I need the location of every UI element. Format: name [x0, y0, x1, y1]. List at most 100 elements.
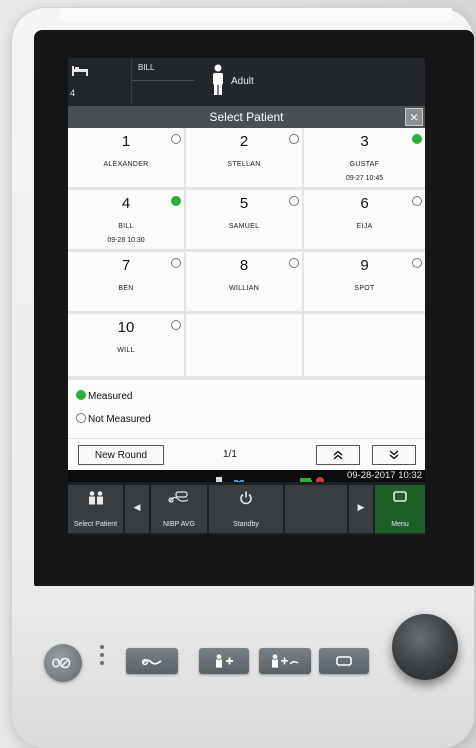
- legend-not-measured-label: Not Measured: [88, 414, 151, 425]
- power-icon: [209, 491, 283, 507]
- menu-prev-button[interactable]: ◀: [125, 485, 149, 533]
- two-patients-icon: [68, 491, 123, 507]
- nibp-cuff-icon: [151, 491, 207, 507]
- patient-name: SAMUEL: [228, 223, 260, 230]
- patient-number: 7: [121, 257, 131, 274]
- legend-measured-label: Measured: [88, 391, 133, 402]
- page-up-button[interactable]: [316, 445, 360, 465]
- menu-screen-icon: [336, 656, 352, 666]
- menu-hardware-button[interactable]: [319, 648, 369, 674]
- nibp-hardware-button[interactable]: [126, 648, 178, 674]
- select-patient-label: Select Patient: [73, 521, 118, 528]
- dialog-title-bar: Select Patient ×: [68, 106, 425, 128]
- battery-icon: [300, 472, 312, 485]
- patient-cell-9[interactable]: 9 SPOT: [304, 252, 425, 311]
- patient-number: 1: [121, 133, 131, 150]
- network-icon: [234, 472, 244, 483]
- top-trim: [60, 8, 452, 22]
- patient-header[interactable]: 4 BILL Adult: [68, 58, 425, 106]
- patient-cell-1[interactable]: 1 ALEXANDER: [68, 128, 184, 187]
- status-bar: 09-28-2017 10:32: [68, 470, 425, 485]
- close-button[interactable]: ×: [405, 108, 423, 126]
- nibp-cuff-icon: [141, 658, 162, 666]
- patient-cell-2[interactable]: 2 STELLAN: [186, 128, 302, 187]
- patient-name: BILL: [118, 223, 134, 230]
- patient-name: SPOT: [354, 285, 375, 292]
- patient-number: 4: [121, 195, 131, 212]
- nibp-avg-button[interactable]: NIBP AVG: [151, 485, 207, 533]
- patient-name: EIJA: [356, 223, 373, 230]
- patient-grid: 1 ALEXANDER 2 STELLAN 3 GUSTAF 09-27 10:…: [68, 128, 425, 380]
- menu-next-button[interactable]: ▶: [349, 485, 373, 533]
- status-radio: [171, 134, 181, 144]
- chevron-left-icon: ◀: [133, 502, 141, 512]
- adult-person-icon: [211, 64, 225, 101]
- status-radio: [289, 134, 299, 144]
- alarm-silence-knob[interactable]: [44, 644, 82, 682]
- patient-number: 2: [239, 133, 249, 150]
- admit-patient-hardware-button[interactable]: [199, 648, 249, 674]
- new-round-button[interactable]: New Round: [78, 445, 164, 465]
- menu-screen-icon: [375, 491, 425, 505]
- alarm-pause-icon: [52, 657, 71, 669]
- patient-name: STELLAN: [227, 161, 261, 168]
- last-measured-time: 09-27 10:45: [345, 175, 384, 182]
- main-menu-button[interactable]: Menu: [375, 485, 425, 533]
- patient-transfer-icon: [272, 654, 299, 668]
- patient-number: 3: [360, 133, 369, 150]
- patient-transfer-hardware-button[interactable]: [259, 648, 311, 674]
- status-radio: [412, 258, 422, 268]
- page-indicator: 1/1: [223, 449, 237, 460]
- legend-not-measured: Not Measured: [76, 412, 151, 425]
- status-radio: [289, 196, 299, 206]
- standby-button[interactable]: Standby: [209, 485, 283, 533]
- patient-cell-7[interactable]: 7 BEN: [68, 252, 184, 311]
- double-chevron-up-icon: [333, 450, 343, 460]
- bed-icon: [72, 63, 88, 81]
- last-measured-time: 09-28 10:30: [107, 237, 145, 244]
- patient-name: WILLIAN: [228, 285, 260, 292]
- bed-number: 4: [70, 88, 76, 98]
- patient-cell-4[interactable]: 4 BILL 09-28 10:30: [68, 190, 184, 249]
- empty-menu-slot: [285, 485, 347, 533]
- dialog-title: Select Patient: [209, 110, 284, 124]
- menu-label: Menu: [391, 521, 409, 528]
- patient-number: 8: [239, 257, 249, 274]
- monitor-screen: 4 BILL Adult Select Patient × 1 ALEXANDE…: [68, 58, 425, 535]
- header-divider: [131, 58, 132, 104]
- name-underline: [132, 80, 194, 81]
- patient-number: 10: [117, 319, 135, 336]
- document-icon: [216, 472, 222, 485]
- double-chevron-down-icon: [389, 450, 399, 460]
- not-measured-dot-icon: [76, 413, 86, 423]
- patient-cell-8[interactable]: 8 WILLIAN: [186, 252, 302, 311]
- ac-power-icon: [315, 472, 325, 485]
- patient-name: ALEXANDER: [103, 161, 149, 168]
- patient-cell-5[interactable]: 5 SAMUEL: [186, 190, 302, 249]
- patient-number: 5: [239, 195, 249, 212]
- status-radio-measured: [171, 196, 181, 206]
- standby-label: Standby: [233, 521, 259, 528]
- patient-cell-3[interactable]: 3 GUSTAF 09-27 10:45: [304, 128, 425, 187]
- status-datetime: 09-28-2017 10:32: [346, 470, 422, 481]
- patient-cell-10[interactable]: 10 WILL: [68, 314, 184, 376]
- page-down-button[interactable]: [372, 445, 416, 465]
- bottom-menu-bar: Select Patient ◀ NIBP AVG Standby ▶ Menu: [68, 482, 425, 535]
- indicator-leds: [100, 645, 104, 669]
- patient-cell-6[interactable]: 6 EIJA: [304, 190, 425, 249]
- patient-name: BEN: [118, 285, 134, 292]
- patient-type: Adult: [231, 76, 254, 87]
- chevron-right-icon: ▶: [357, 502, 365, 512]
- empty-cell: [186, 314, 302, 376]
- status-radio: [171, 258, 181, 268]
- dialog-footer: New Round 1/1: [68, 438, 425, 471]
- patient-number: 6: [360, 195, 369, 212]
- select-patient-button[interactable]: Select Patient: [68, 485, 123, 533]
- patient-number: 9: [360, 257, 369, 274]
- add-patient-icon: [216, 654, 233, 668]
- navigation-knob[interactable]: [392, 614, 458, 680]
- patient-name: BILL: [138, 63, 155, 72]
- status-radio-measured: [412, 134, 422, 144]
- status-legend: Measured Not Measured: [68, 380, 425, 438]
- nibp-avg-label: NIBP AVG: [162, 521, 196, 528]
